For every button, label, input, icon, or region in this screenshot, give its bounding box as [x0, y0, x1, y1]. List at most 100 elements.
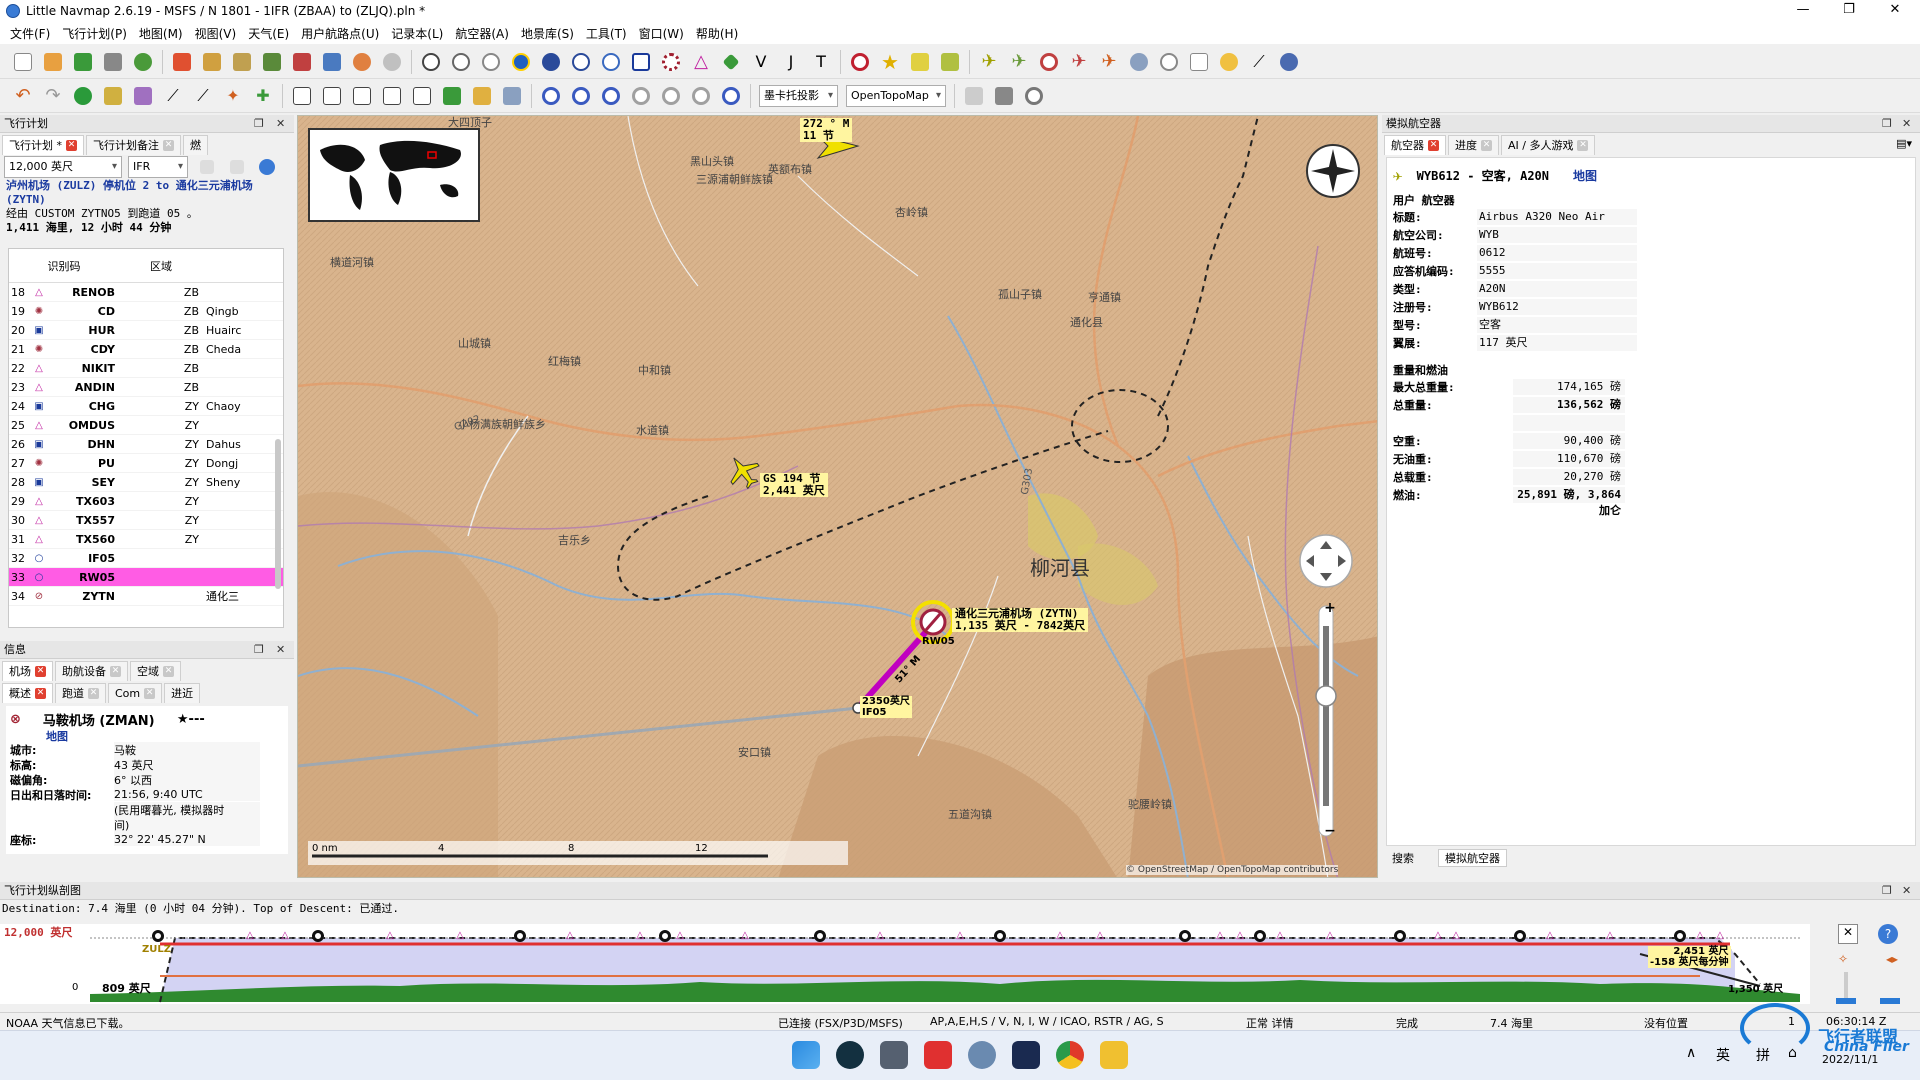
tab-search[interactable]: 搜索: [1392, 850, 1414, 866]
map-canvas[interactable]: [298, 116, 1378, 878]
zoom-out-button[interactable]: −: [1320, 823, 1340, 839]
msa-icon[interactable]: ✚: [251, 84, 275, 108]
close-tab-icon[interactable]: ✕: [66, 140, 77, 151]
menu-logbook[interactable]: 记录本(L): [385, 25, 449, 42]
elevation-icon[interactable]: [440, 84, 464, 108]
close-tab-icon[interactable]: ✕: [88, 688, 99, 699]
aircraft-trail-icon[interactable]: ✈: [1007, 50, 1031, 74]
table-row[interactable]: 32 ○ IF05: [9, 549, 283, 568]
undo-icon[interactable]: ↶: [11, 84, 35, 108]
profile-help-icon[interactable]: ?: [1878, 924, 1898, 944]
profile-fit-button[interactable]: ✕: [1838, 924, 1858, 944]
table-row[interactable]: 24 ▣ CHG ZY Chaoy: [9, 397, 283, 416]
profile-navaid-icon[interactable]: [1514, 930, 1526, 942]
highlight-7-icon[interactable]: [719, 84, 743, 108]
save-flightplan-icon[interactable]: [71, 50, 95, 74]
table-row[interactable]: 30 △ TX557 ZY: [9, 511, 283, 530]
profile-waypoint-icon[interactable]: △: [739, 930, 751, 942]
profile-navaid-icon[interactable]: [514, 930, 526, 942]
start-icon[interactable]: [792, 1041, 820, 1069]
compass-rose-icon[interactable]: [1306, 144, 1360, 198]
tab-airspace[interactable]: 空域 ✕: [130, 661, 181, 681]
profile-expand-icon[interactable]: ◂▸: [1886, 952, 1898, 966]
profile-waypoint-icon[interactable]: △: [1604, 930, 1616, 942]
airspace-icon[interactable]: [938, 50, 962, 74]
profile-waypoint-icon[interactable]: △: [1432, 930, 1444, 942]
tab-flightplan-notes[interactable]: 飞行计划备注 ✕: [86, 135, 181, 155]
app-window-icon[interactable]: [880, 1041, 908, 1069]
save-as-icon[interactable]: [101, 50, 125, 74]
grid-icon[interactable]: [1127, 50, 1151, 74]
table-row[interactable]: 25 △ OMDUS ZY: [9, 416, 283, 435]
calc-icon[interactable]: [225, 155, 249, 179]
airports-toggle-icon[interactable]: [509, 50, 533, 74]
maximize-button[interactable]: ❐: [1826, 0, 1872, 22]
new-flightplan-icon[interactable]: [11, 50, 35, 74]
profile-waypoint-icon[interactable]: △: [1694, 930, 1706, 942]
tab-approach[interactable]: 进近: [164, 683, 201, 703]
wind-icon[interactable]: ⟋: [1247, 50, 1271, 74]
projection-combo[interactable]: 墨卡托投影: [759, 84, 838, 107]
close-tab-icon[interactable]: ✕: [1577, 140, 1589, 151]
tab-sim-aircraft[interactable]: 模拟航空器: [1438, 849, 1507, 867]
profile-waypoint-icon[interactable]: △: [874, 930, 886, 942]
panel-menu-icon[interactable]: ▤▾: [1896, 137, 1912, 150]
route-edit-icon[interactable]: [101, 84, 125, 108]
close-tab-icon[interactable]: ✕: [1428, 140, 1439, 151]
world-overview-map[interactable]: [308, 128, 480, 222]
highlight-5-icon[interactable]: [659, 84, 683, 108]
minimum-altitude-icon[interactable]: [1187, 50, 1211, 74]
ime-english[interactable]: 英: [1716, 1045, 1730, 1065]
add-user-point-icon[interactable]: [131, 84, 155, 108]
close-panel-icon[interactable]: ✕: [276, 641, 285, 659]
tray-chevron-icon[interactable]: ∧: [1686, 1045, 1696, 1061]
edit-route-icon[interactable]: [230, 50, 254, 74]
profile-zoom-icon[interactable]: ✧: [1838, 952, 1848, 966]
range-icon[interactable]: ⟋: [191, 84, 215, 108]
tab-flightplan[interactable]: 飞行计划 * ✕: [2, 135, 84, 155]
userpoints-icon[interactable]: [848, 50, 872, 74]
table-row[interactable]: 28 ▣ SEY ZY Sheny: [9, 473, 283, 492]
text-size-icon[interactable]: [410, 84, 434, 108]
home-icon[interactable]: [170, 50, 194, 74]
profile-waypoint-icon[interactable]: △: [954, 930, 966, 942]
tab-fuel[interactable]: 燃: [183, 135, 208, 155]
table-row[interactable]: 31 △ TX560 ZY: [9, 530, 283, 549]
profile-navaid-icon[interactable]: [994, 930, 1006, 942]
table-row[interactable]: 19 ✺ CD ZB Qingb: [9, 302, 283, 321]
redo-icon[interactable]: ↷: [41, 84, 65, 108]
flight-type-combo[interactable]: IFR: [128, 156, 188, 178]
delete-marks-icon[interactable]: [290, 84, 314, 108]
profile-waypoint-icon[interactable]: △: [384, 930, 396, 942]
route-from-link[interactable]: 泸州机场 (ZULZ): [6, 179, 96, 192]
profile-waypoint-icon[interactable]: △: [279, 930, 291, 942]
close-button[interactable]: ✕: [1872, 0, 1918, 22]
menu-userpoints[interactable]: 用户航路点(U): [295, 25, 385, 42]
littlenavmap-icon[interactable]: [968, 1041, 996, 1069]
ils-icon[interactable]: [719, 50, 743, 74]
minimize-button[interactable]: —: [1780, 0, 1826, 22]
airport-map-link[interactable]: 地图: [10, 728, 284, 743]
highlight-1-icon[interactable]: [539, 84, 563, 108]
tab-runways[interactable]: 跑道 ✕: [55, 683, 106, 703]
profile-waypoint-icon[interactable]: △: [1094, 930, 1106, 942]
waypoint-icon[interactable]: △: [689, 50, 713, 74]
table-row[interactable]: 27 ✺ PU ZY Dongj: [9, 454, 283, 473]
profile-waypoint-icon[interactable]: △: [1450, 930, 1462, 942]
profile-waypoint-icon[interactable]: △: [1054, 930, 1066, 942]
table-row[interactable]: 34 ⊘ ZYTN 通化三: [9, 587, 283, 606]
ndb-icon[interactable]: [659, 50, 683, 74]
map-view[interactable]: 272 ° M 11 节 GS 194 节 2,441 英尺 通化三元浦机场 (…: [297, 115, 1378, 878]
close-panel-icon[interactable]: ✕: [1902, 115, 1911, 133]
table-row[interactable]: 18 △ RENOB ZB: [9, 283, 283, 302]
profile-navaid-icon[interactable]: [814, 930, 826, 942]
map-pan-control[interactable]: [1299, 534, 1353, 588]
sim-map-link[interactable]: 地图: [1573, 167, 1597, 184]
zoom-in-button[interactable]: +: [1320, 600, 1340, 616]
menu-flightplan[interactable]: 飞行计划(P): [56, 25, 133, 42]
profile-waypoint-icon[interactable]: △: [1544, 930, 1556, 942]
calc-route-icon[interactable]: [260, 50, 284, 74]
tracks-icon[interactable]: T: [809, 50, 833, 74]
table-row[interactable]: 33 ○ RW05: [9, 568, 283, 587]
altitude-spinner[interactable]: 12,000 英尺: [4, 156, 122, 178]
